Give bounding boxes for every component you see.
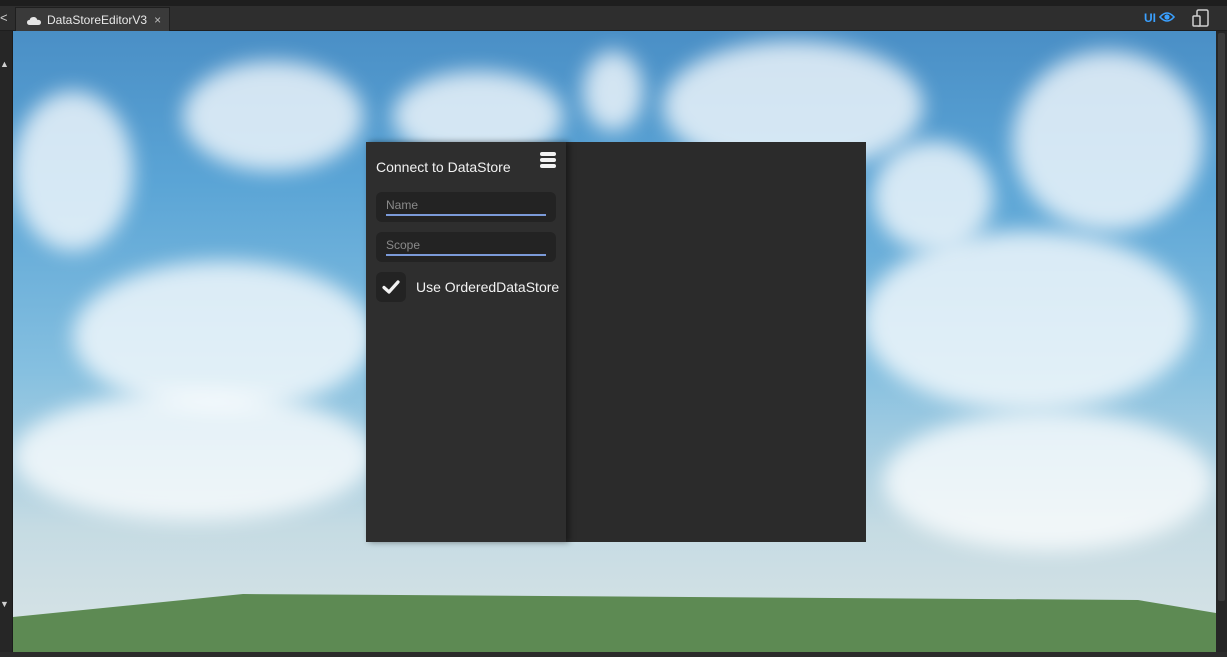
sky-cloud [1013,51,1203,231]
close-icon[interactable]: × [154,13,161,27]
tab-bar-top-border [0,0,1227,6]
ordered-datastore-label: Use OrderedDataStore [416,279,560,295]
scroll-down-arrow-icon[interactable]: ▼ [0,599,9,609]
checkmark-icon [382,280,400,294]
panel-title: Connect to DataStore [376,159,511,175]
sky-cloud [13,91,133,251]
name-input[interactable] [386,196,546,216]
ordered-datastore-option[interactable]: Use OrderedDataStore [376,272,566,302]
scope-input[interactable] [386,236,546,256]
ui-visibility-toggle[interactable]: UI [1144,9,1176,27]
tab-title: DataStoreEditorV3 [47,12,148,27]
device-emulator-icon[interactable] [1191,9,1211,27]
connect-side-panel: Connect to DataStore Use OrderedDataStor… [366,142,566,542]
name-field [376,192,556,222]
datastore-editor-widget: Connect to DataStore Use OrderedDataStor… [366,142,866,542]
bottom-border [0,652,1227,657]
sky-cloud [873,141,993,251]
hamburger-menu-icon[interactable] [540,152,556,168]
sky-cloud [183,61,363,171]
editor-tab-bar: < DataStoreEditorV3 × UI [0,0,1227,31]
sky-cloud [73,261,373,411]
scroll-up-arrow-icon[interactable]: ▲ [0,59,9,69]
eye-icon [1158,11,1176,26]
scrollbar-thumb[interactable] [1218,33,1225,601]
collapse-left-button[interactable]: < [0,7,10,29]
sky-cloud [583,51,643,131]
ui-toggle-label: UI [1144,11,1156,25]
cloud-icon [26,15,42,25]
right-scrollbar[interactable] [1216,31,1227,657]
left-dock-rail: ▲ ▼ [0,31,13,657]
ordered-datastore-checkbox[interactable] [376,272,406,302]
sky-cloud [863,231,1193,411]
sky-cloud [13,391,373,521]
sky-cloud [883,411,1213,551]
scope-field [376,232,556,262]
baseplate-ground [13,594,1216,652]
tab-datastoreeditor[interactable]: DataStoreEditorV3 × [15,7,170,31]
